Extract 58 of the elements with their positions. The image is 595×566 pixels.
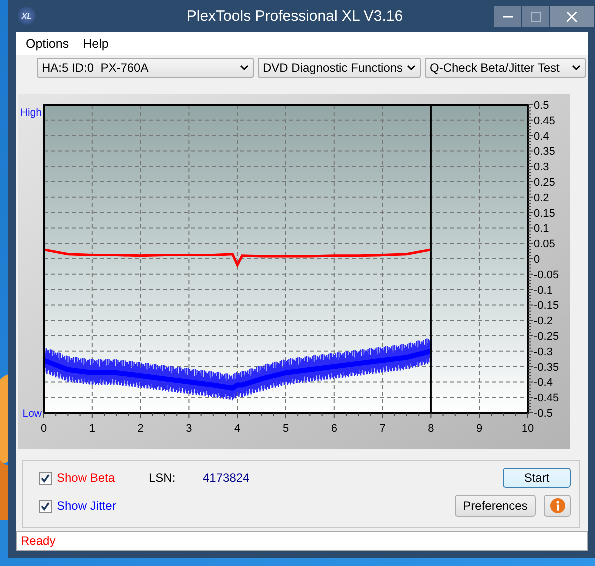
y-tick-label: -0.3: [534, 346, 553, 358]
x-tick-label: 4: [234, 423, 241, 435]
chevron-icon: [240, 65, 249, 71]
info-button[interactable]: [544, 495, 571, 517]
y-tick-label: -0.2: [534, 316, 553, 328]
y-tick-label: -0.05: [534, 269, 560, 282]
app-logo: XL: [18, 7, 36, 25]
x-tick-label: 0: [40, 423, 48, 435]
y-tick-label: 0.5: [534, 100, 550, 112]
y-tick-label: 0.4: [534, 130, 550, 143]
checkbox[interactable]: [39, 500, 52, 512]
high-label: High: [20, 107, 42, 119]
start-button[interactable]: Start: [503, 468, 571, 488]
menu-item[interactable]: Options: [26, 36, 70, 50]
lsn-value: 4173824: [203, 471, 251, 485]
menu-item[interactable]: Help: [83, 36, 109, 50]
dropdown[interactable]: HA:5 ID:0 PX-760A: [37, 58, 254, 78]
y-tick-label: -0.4: [534, 377, 553, 390]
x-tick-label: 10: [522, 423, 534, 435]
y-tick-label: -0.15: [534, 300, 560, 312]
y-tick-label: 0.1: [534, 223, 550, 236]
x-tick-label: 1: [89, 423, 96, 435]
status-bar: Ready: [16, 531, 588, 551]
y-tick-label: -0.45: [534, 392, 560, 405]
chevron-icon: [572, 65, 581, 71]
checkbox-label[interactable]: Show Jitter: [57, 499, 116, 513]
close-icon: [567, 12, 577, 22]
y-tick-label: 0.3: [534, 162, 550, 174]
y-tick-label: -0.5: [534, 408, 553, 420]
x-tick-label: 8: [428, 423, 434, 435]
dropdown[interactable]: Q-Check Beta/Jitter Test: [425, 58, 586, 78]
x-tick-label: 7: [380, 423, 386, 435]
y-tick-label: 0: [534, 254, 540, 266]
x-tick-label: 9: [476, 423, 483, 435]
window-title: PlexTools Professional XL V3.16: [186, 8, 404, 24]
x-tick-label: 6: [331, 423, 338, 435]
x-tick-label: 5: [282, 423, 290, 435]
chevron-icon: [407, 65, 416, 71]
lsn-label: LSN:: [149, 471, 177, 485]
preferences-button[interactable]: Preferences: [455, 495, 536, 517]
close-button[interactable]: [550, 6, 594, 27]
y-tick-label: 0.45: [534, 115, 556, 128]
y-tick-label: -0.25: [534, 331, 560, 343]
checkbox[interactable]: [39, 472, 52, 484]
x-tick-label: 2: [138, 423, 144, 435]
y-tick-label: 0.35: [534, 146, 556, 158]
checkbox-label[interactable]: Show Beta: [57, 471, 116, 485]
y-tick-label: -0.1: [534, 284, 553, 297]
low-label: Low: [22, 408, 42, 420]
y-tick-label: 0.05: [534, 238, 556, 251]
y-tick-label: -0.35: [534, 362, 560, 374]
dropdown[interactable]: DVD Diagnostic Functions: [258, 58, 421, 78]
minimize-button[interactable]: [494, 6, 521, 27]
y-tick-label: 0.25: [534, 177, 556, 189]
y-tick-label: 0.15: [534, 208, 556, 220]
y-tick-label: 0.2: [534, 192, 550, 204]
x-tick-label: 3: [186, 423, 192, 435]
maximize-icon: [530, 12, 540, 22]
